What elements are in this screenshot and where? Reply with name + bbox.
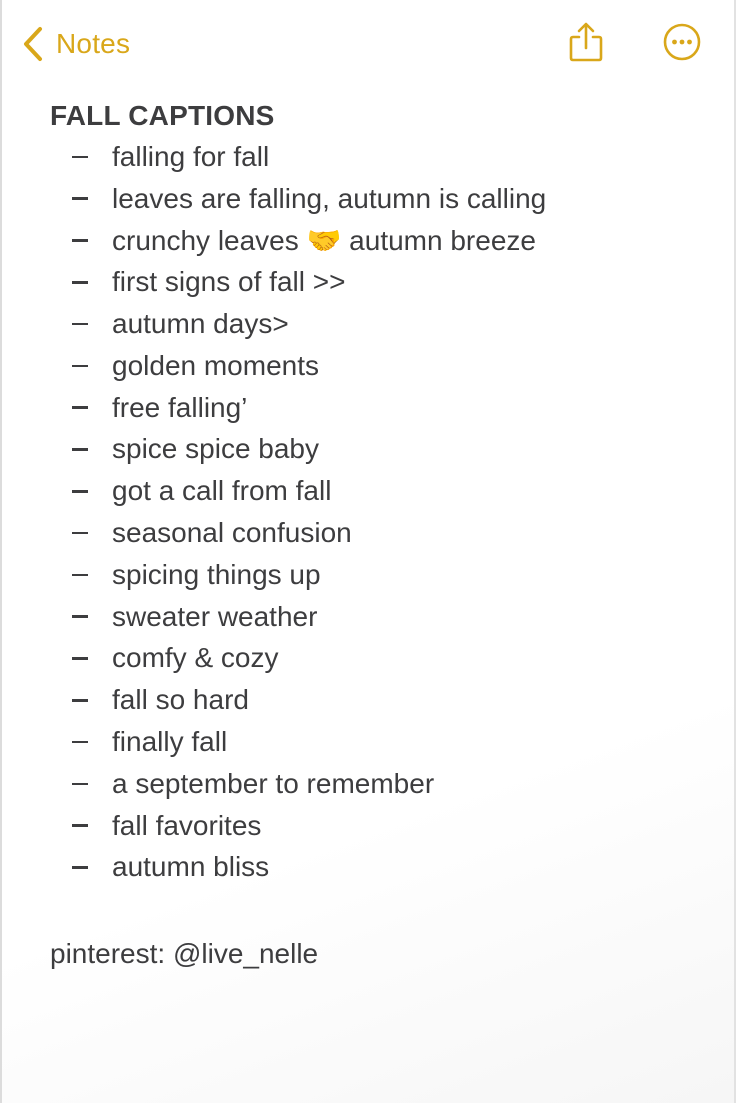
caption-item: spice spice baby bbox=[50, 429, 710, 471]
caption-item: first signs of fall >> bbox=[50, 261, 710, 303]
dash-bullet bbox=[50, 156, 112, 159]
caption-list: falling for fall leaves are falling, autu… bbox=[50, 136, 710, 888]
navigation-bar: Notes bbox=[2, 0, 736, 90]
dash-bullet bbox=[50, 657, 112, 660]
caption-text: first signs of fall >> bbox=[112, 266, 346, 298]
dash-bullet bbox=[50, 365, 112, 368]
dash-bullet bbox=[50, 866, 112, 869]
caption-item: leaves are falling, autumn is calling bbox=[50, 178, 710, 220]
note-body[interactable]: FALL CAPTIONS falling for fall leaves are… bbox=[50, 96, 710, 970]
dash-bullet bbox=[50, 406, 112, 409]
dash-bullet bbox=[50, 824, 112, 827]
caption-item: got a call from fall bbox=[50, 470, 710, 512]
dash-bullet bbox=[50, 197, 112, 200]
share-button[interactable] bbox=[564, 22, 608, 66]
caption-item: autumn bliss bbox=[50, 847, 710, 889]
caption-text: golden moments bbox=[112, 349, 320, 381]
caption-item: sweater weather bbox=[50, 596, 710, 638]
caption-text: leaves are falling, autumn is calling bbox=[112, 182, 547, 214]
caption-item: golden moments bbox=[50, 345, 710, 387]
dash-bullet bbox=[50, 532, 112, 535]
caption-item: finally fall bbox=[50, 721, 710, 763]
caption-item: falling for fall bbox=[50, 136, 710, 178]
caption-text: fall favorites bbox=[112, 809, 262, 841]
notes-screen: Notes FALL CAPTIONS falling for fall lea… bbox=[0, 0, 736, 1103]
caption-item: fall favorites bbox=[50, 805, 710, 847]
caption-text: spice spice baby bbox=[112, 433, 320, 465]
caption-text: falling for fall bbox=[112, 140, 270, 172]
dash-bullet bbox=[50, 783, 112, 786]
dash-bullet bbox=[50, 323, 112, 326]
caption-item: comfy & cozy bbox=[50, 638, 710, 680]
caption-text: crunchy leaves 🤝 autumn breeze bbox=[112, 224, 536, 256]
caption-text: got a call from fall bbox=[112, 475, 332, 507]
caption-item: free falling’ bbox=[50, 387, 710, 429]
dash-bullet bbox=[50, 448, 112, 451]
dash-bullet bbox=[50, 574, 112, 577]
caption-text: spicing things up bbox=[112, 558, 321, 590]
dash-bullet bbox=[50, 239, 112, 242]
share-icon bbox=[568, 21, 604, 68]
caption-text: autumn bliss bbox=[112, 851, 270, 883]
caption-item: spicing things up bbox=[50, 554, 710, 596]
caption-item: fall so hard bbox=[50, 679, 710, 721]
back-to-notes-button[interactable]: Notes bbox=[22, 24, 130, 64]
more-options-button[interactable] bbox=[660, 22, 704, 66]
caption-text: finally fall bbox=[112, 726, 228, 758]
dash-bullet bbox=[50, 615, 112, 618]
caption-item: seasonal confusion bbox=[50, 512, 710, 554]
caption-item: crunchy leaves 🤝 autumn breeze bbox=[50, 220, 710, 262]
caption-text: comfy & cozy bbox=[112, 642, 279, 674]
chevron-left-icon bbox=[22, 26, 44, 62]
caption-text: free falling’ bbox=[112, 391, 248, 423]
dash-bullet bbox=[50, 490, 112, 493]
caption-text: seasonal confusion bbox=[112, 517, 352, 549]
caption-text: autumn days> bbox=[112, 308, 289, 340]
ellipsis-circle-icon bbox=[662, 22, 702, 67]
caption-item: autumn days> bbox=[50, 303, 710, 345]
note-title: FALL CAPTIONS bbox=[50, 100, 275, 131]
caption-text: sweater weather bbox=[112, 600, 318, 632]
caption-text: a september to remember bbox=[112, 767, 435, 799]
pinterest-credit: pinterest: @live_nelle bbox=[50, 938, 319, 970]
dash-bullet bbox=[50, 281, 112, 284]
caption-item: a september to remember bbox=[50, 763, 710, 805]
dash-bullet bbox=[50, 741, 112, 744]
dash-bullet bbox=[50, 699, 112, 702]
caption-text: fall so hard bbox=[112, 684, 249, 716]
back-label: Notes bbox=[56, 28, 131, 59]
